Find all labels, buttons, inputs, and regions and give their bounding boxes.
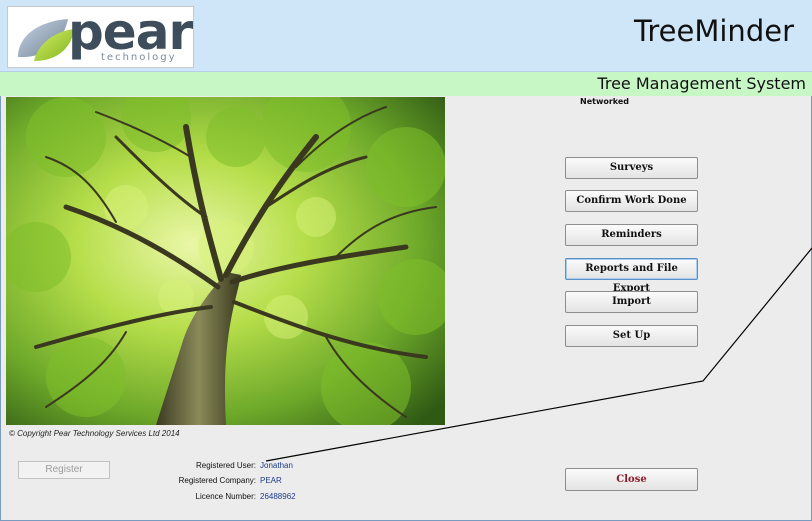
tree-canopy-image — [6, 97, 445, 425]
licence-number-label: Licence Number: — [195, 492, 256, 501]
network-status: Networked — [580, 97, 630, 106]
app-subtitle: Tree Management System — [597, 74, 806, 93]
registered-company-value: PEAR — [260, 476, 282, 485]
surveys-button[interactable]: Surveys — [565, 157, 698, 179]
confirm-work-done-button[interactable]: Confirm Work Done — [565, 190, 698, 212]
app-header: pear technology TreeMinder — [0, 0, 812, 72]
licence-number-value: 26488962 — [260, 492, 296, 501]
copyright-notice: © Copyright Pear Technology Services Ltd… — [9, 429, 180, 438]
import-button[interactable]: Import — [565, 291, 698, 313]
register-button[interactable]: Register — [18, 461, 110, 479]
pear-logo: pear technology — [7, 3, 194, 68]
registered-company-label: Registered Company: — [178, 476, 256, 485]
registered-user-label: Registered User: — [195, 461, 256, 470]
reminders-button[interactable]: Reminders — [565, 224, 698, 246]
pear-leaf-icon — [18, 19, 74, 61]
set-up-button[interactable]: Set Up — [565, 325, 698, 347]
app-title: TreeMinder — [633, 14, 794, 48]
tree-photo-graphic — [6, 97, 445, 425]
logo-tagline: technology — [101, 52, 177, 63]
app-subheader: Tree Management System — [0, 72, 812, 96]
close-button[interactable]: Close — [565, 468, 698, 491]
reports-and-file-export-button[interactable]: Reports and File Export — [565, 258, 698, 294]
registered-user-value: Jonathan — [260, 461, 293, 470]
